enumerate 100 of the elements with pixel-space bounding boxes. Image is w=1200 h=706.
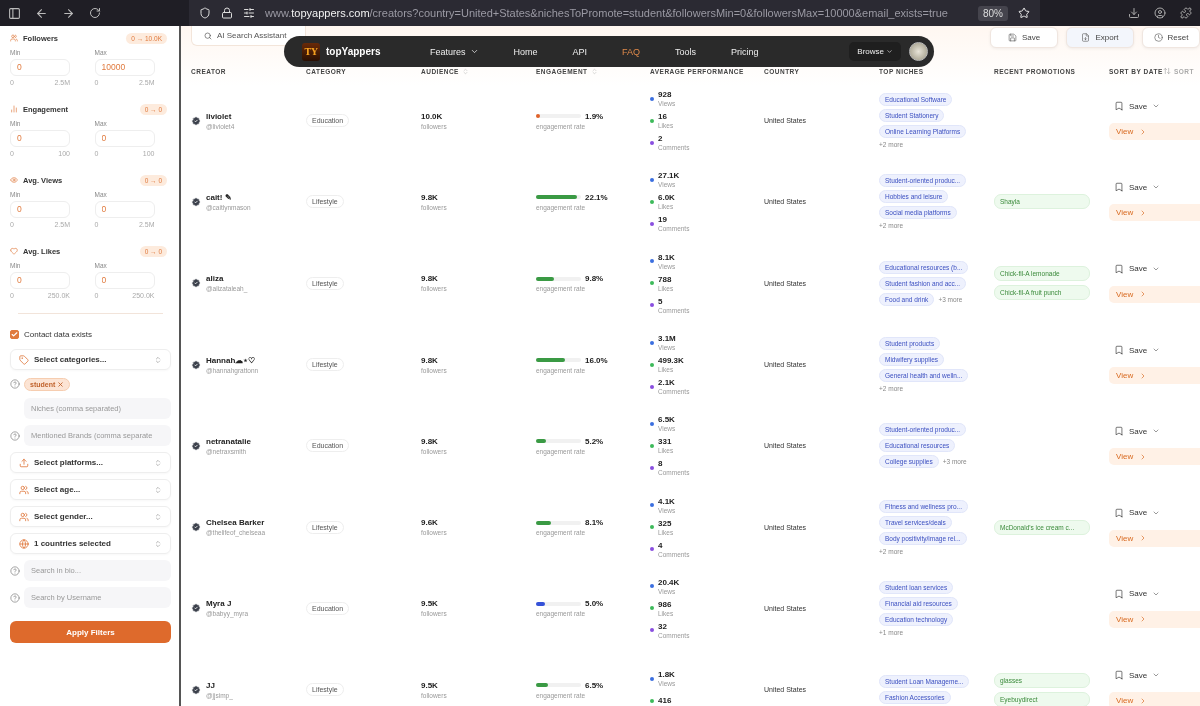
nav-link[interactable]: API	[572, 46, 588, 57]
save-dropdown[interactable]: Save	[1109, 670, 1200, 681]
metric-value: 331	[658, 437, 673, 447]
metric-value: 325	[658, 518, 673, 528]
star-icon[interactable]	[1018, 7, 1030, 19]
forward-icon[interactable]	[62, 6, 75, 20]
select-dropdown[interactable]: Select platforms...	[10, 452, 171, 473]
save-dropdown[interactable]: Save	[1109, 345, 1200, 356]
metric-value: 6.5K	[658, 415, 676, 425]
save-dropdown[interactable]: Save	[1109, 588, 1200, 599]
creator-name[interactable]: Myra J	[206, 599, 248, 609]
engagement-value: 6.5%	[585, 680, 604, 690]
zoom-level[interactable]: 80%	[978, 5, 1008, 21]
creator-name[interactable]: cait! ✎	[206, 192, 251, 202]
logo: TY	[302, 42, 320, 61]
bookmark-icon	[1114, 670, 1124, 681]
save-dropdown[interactable]: Save	[1109, 101, 1200, 112]
metric-value: 1.8K	[658, 670, 676, 680]
checkbox[interactable]	[10, 329, 19, 339]
metric-value: 16	[658, 112, 668, 122]
audience-count: 9.8K	[421, 274, 439, 284]
metric-value: 19	[658, 215, 668, 225]
metric-value: 2	[658, 134, 664, 144]
shield-icon	[199, 7, 211, 19]
sort-icon	[461, 67, 469, 75]
clock-icon	[1153, 33, 1163, 42]
metric-value: 3.1M	[658, 334, 676, 344]
ai-search-button[interactable]: AI Search Assistant	[191, 26, 306, 46]
metric-value: 788	[658, 274, 673, 284]
toolbar-button[interactable]: Reset	[1142, 27, 1200, 48]
metric-value: 8	[658, 459, 664, 469]
chevrons-icon	[154, 458, 162, 467]
users-icon	[19, 511, 29, 522]
account-icon[interactable]	[1154, 7, 1166, 19]
avatar[interactable]	[909, 42, 928, 61]
metric-value: 986	[658, 599, 673, 609]
verified-icon	[191, 684, 201, 695]
verified-icon	[191, 278, 201, 289]
users-icon	[10, 34, 18, 42]
audience-count: 9.8K	[421, 192, 439, 202]
nav-link[interactable]: Tools	[675, 46, 697, 57]
nav-link[interactable]: Pricing	[731, 46, 759, 57]
select-dropdown[interactable]: Select categories...	[10, 349, 171, 370]
verified-icon	[191, 603, 201, 614]
save-dropdown[interactable]: Save	[1109, 182, 1200, 193]
heart-icon	[10, 247, 18, 255]
save-dropdown[interactable]: Save	[1109, 426, 1200, 437]
brand-name: topYappers	[326, 46, 382, 57]
metric-value: 20.4K	[658, 577, 680, 587]
toolbar-button[interactable]: Save	[990, 27, 1058, 48]
sort-icon	[590, 67, 598, 75]
save-dropdown[interactable]: Save	[1109, 507, 1200, 518]
metric-value: 32	[658, 621, 668, 631]
bookmark-icon	[1114, 345, 1124, 356]
creator-name[interactable]: aliza	[206, 274, 248, 284]
metric-value: 4	[658, 540, 664, 550]
metric-value: 27.1K	[658, 171, 680, 181]
audience-count: 10.0K	[421, 111, 444, 121]
address-bar[interactable]: www.topyappers.com/creators?country=United+States&nichesToPromote=student&followersMin=0&followersMax=10000&email_exists=true 80%	[189, 0, 1040, 26]
sidebar-icon[interactable]	[8, 6, 21, 20]
lock-icon	[221, 7, 233, 19]
select-dropdown[interactable]: Select age...	[10, 479, 171, 500]
sliders-icon[interactable]	[243, 7, 255, 19]
nav-link[interactable]: Home	[513, 46, 538, 57]
upload-icon	[19, 457, 29, 468]
chevrons-icon	[154, 485, 162, 494]
metric-value: 4.1K	[658, 496, 676, 506]
metric-value: 6.0K	[658, 193, 675, 203]
verified-icon	[191, 522, 201, 533]
chevrons-icon	[154, 355, 162, 364]
download-icon[interactable]	[1128, 7, 1140, 19]
reload-icon[interactable]	[89, 7, 101, 19]
chevrons-icon	[154, 539, 162, 548]
creator-name[interactable]: liviolet	[206, 111, 235, 121]
save-dropdown[interactable]: Save	[1109, 263, 1200, 274]
creator-name[interactable]: Hannah☁⋆♡	[206, 355, 259, 365]
engagement-value: 22.1%	[585, 192, 608, 202]
metric-value: 5	[658, 296, 664, 306]
engagement-value: 5.2%	[585, 436, 604, 446]
select-dropdown[interactable]: 1 countries selected	[10, 533, 171, 554]
metric-value: 928	[658, 90, 673, 100]
nav-link[interactable]: FAQ	[622, 46, 641, 57]
engagement-value: 8.1%	[585, 518, 604, 528]
toolbar-button[interactable]: Export	[1066, 27, 1134, 48]
browse-button[interactable]: Browse	[849, 42, 901, 61]
extensions-icon[interactable]	[1180, 7, 1192, 19]
creator-name[interactable]: Chelsea Barker	[206, 518, 265, 528]
chevron-down-icon	[469, 47, 479, 56]
close-icon[interactable]	[57, 380, 65, 388]
globe-icon	[19, 538, 29, 549]
audience-count: 9.5K	[421, 599, 439, 609]
users-icon	[19, 484, 29, 495]
verified-icon	[191, 359, 201, 370]
save-icon	[1007, 33, 1017, 42]
nav-link[interactable]: Features	[430, 46, 479, 57]
select-dropdown[interactable]: Select gender...	[10, 506, 171, 527]
search-icon	[204, 31, 212, 40]
creator-name[interactable]: JJ	[206, 680, 233, 690]
back-icon[interactable]	[35, 6, 48, 20]
creator-name[interactable]: netranatalie	[206, 436, 251, 446]
